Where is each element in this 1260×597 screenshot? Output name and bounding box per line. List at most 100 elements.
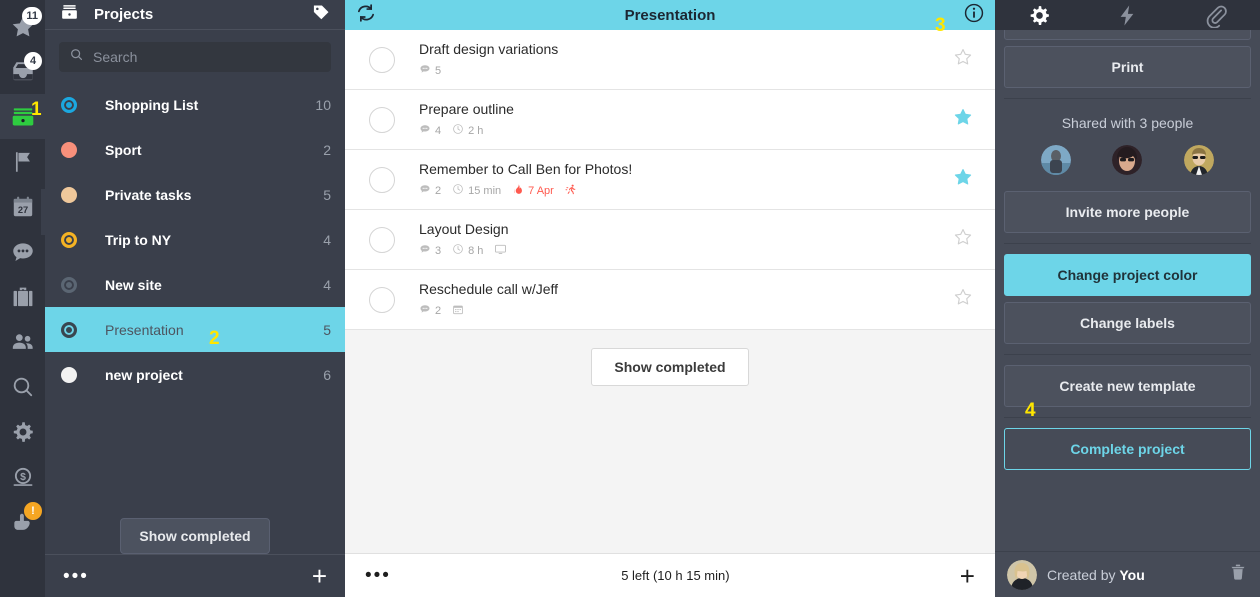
project-task-count: 6 xyxy=(323,366,331,383)
tag-icon[interactable] xyxy=(311,2,331,27)
complete-project-button[interactable]: Complete project xyxy=(1004,428,1251,470)
sync-icon[interactable] xyxy=(355,2,377,29)
sidebar-header: Projects xyxy=(45,0,345,30)
clipped-button-above[interactable] xyxy=(1004,30,1251,40)
task-row[interactable]: Reschedule call w/Jeff 2 xyxy=(345,270,995,330)
rail-item-inbox[interactable]: 4 xyxy=(0,49,45,94)
panel-footer: Created by You xyxy=(995,551,1260,597)
tab-attachments[interactable] xyxy=(1172,0,1260,30)
project-color-dot xyxy=(61,96,77,113)
fire-icon xyxy=(512,183,524,199)
rail-item-chat[interactable] xyxy=(0,229,45,274)
task-meta-clock: 8 h xyxy=(452,243,483,258)
project-row[interactable]: Presentation 5 xyxy=(45,307,345,352)
project-row[interactable]: New site 4 xyxy=(45,262,345,307)
task-star-toggle[interactable] xyxy=(953,227,973,252)
task-body: Prepare outline 4 2 h xyxy=(419,101,953,138)
calendar-icon xyxy=(452,303,464,319)
info-icon[interactable] xyxy=(963,2,985,29)
project-row[interactable]: Private tasks 5 xyxy=(45,172,345,217)
task-body: Draft design variations 5 xyxy=(419,41,953,78)
project-color-dot xyxy=(61,141,77,158)
tab-settings[interactable] xyxy=(995,0,1083,37)
rail-item-help[interactable]: ! xyxy=(0,499,45,544)
runner-icon xyxy=(565,183,577,199)
task-meta-text: 8 h xyxy=(468,244,484,257)
print-button[interactable]: Print xyxy=(1004,46,1251,88)
project-task-count: 2 xyxy=(323,141,331,158)
project-color-dot xyxy=(61,231,77,248)
project-name: Trip to NY xyxy=(105,231,172,248)
task-add-button[interactable]: + xyxy=(960,563,975,589)
change-labels-button[interactable]: Change labels xyxy=(1004,302,1251,344)
task-row[interactable]: Layout Design 3 8 h xyxy=(345,210,995,270)
rail-item-briefcase[interactable] xyxy=(0,274,45,319)
sidebar-more-button[interactable]: ••• xyxy=(63,567,89,586)
task-complete-checkbox[interactable] xyxy=(369,46,395,73)
task-meta-text: 2 xyxy=(435,304,442,317)
comment-icon xyxy=(419,63,431,78)
task-title: Prepare outline xyxy=(419,101,514,117)
rail-badge-inbox: 4 xyxy=(24,52,42,70)
share-title: Shared with 3 people xyxy=(1061,115,1194,131)
task-list-filler xyxy=(345,404,995,553)
avatar-owner xyxy=(1007,559,1037,590)
task-star-toggle[interactable] xyxy=(953,167,973,192)
project-name: Presentation xyxy=(105,321,184,338)
task-row[interactable]: Draft design variations 5 xyxy=(345,30,995,90)
avatar-person-2[interactable] xyxy=(1112,145,1143,175)
task-more-button[interactable]: ••• xyxy=(365,566,391,585)
change-project-color-button[interactable]: Change project color xyxy=(1004,254,1251,296)
avatar-person-1[interactable] xyxy=(1040,145,1071,175)
sidebar-add-project-button[interactable]: + xyxy=(312,563,327,589)
task-meta-text: 2 xyxy=(435,184,442,197)
task-complete-checkbox[interactable] xyxy=(369,106,395,133)
task-star-toggle[interactable] xyxy=(953,107,973,132)
rail-item-flag[interactable] xyxy=(0,139,45,184)
created-by-prefix: Created by xyxy=(1047,566,1120,583)
rail-item-search[interactable] xyxy=(0,364,45,409)
project-row[interactable]: new project 6 xyxy=(45,352,345,397)
rail-item-wallet[interactable] xyxy=(0,94,45,235)
task-complete-checkbox[interactable] xyxy=(369,166,395,193)
task-meta-clock: 15 min xyxy=(452,183,501,198)
svg-text:$: $ xyxy=(20,471,26,482)
task-list-pane: Presentation Draft design variations 5 Pre… xyxy=(345,0,995,597)
trash-icon[interactable] xyxy=(1228,562,1248,587)
avatar-person-3[interactable] xyxy=(1184,145,1215,175)
task-meta-fire: 7 Apr xyxy=(512,183,554,199)
task-complete-checkbox[interactable] xyxy=(369,286,395,313)
search-container: Search xyxy=(45,30,345,80)
project-name: new project xyxy=(105,366,183,383)
task-star-toggle[interactable] xyxy=(953,47,973,72)
project-task-count: 4 xyxy=(323,231,331,248)
project-title: Presentation xyxy=(624,6,716,24)
project-color-dot xyxy=(61,366,77,383)
rail-item-star[interactable]: 11 xyxy=(0,4,45,49)
task-show-completed-button[interactable]: Show completed xyxy=(591,348,749,386)
task-meta-comment: 2 xyxy=(419,183,441,198)
task-meta: 4 2 h xyxy=(419,123,953,138)
create-new-template-button[interactable]: Create new template xyxy=(1004,365,1251,407)
task-row[interactable]: Prepare outline 4 2 h xyxy=(345,90,995,150)
rail-item-people[interactable] xyxy=(0,319,45,364)
rail-item-settings[interactable] xyxy=(0,409,45,454)
task-complete-checkbox[interactable] xyxy=(369,226,395,253)
comment-icon xyxy=(419,243,431,258)
project-row[interactable]: Shopping List 10 xyxy=(45,82,345,127)
invite-more-people-button[interactable]: Invite more people xyxy=(1004,191,1251,233)
sidebar-show-completed-button[interactable]: Show completed xyxy=(120,518,270,554)
tab-automation[interactable] xyxy=(1083,0,1171,30)
search-input[interactable]: Search xyxy=(59,42,331,72)
project-row[interactable]: Trip to NY 4 xyxy=(45,217,345,262)
divider-1 xyxy=(1004,98,1251,99)
project-row[interactable]: Sport 2 xyxy=(45,127,345,172)
comment-icon xyxy=(419,183,431,198)
task-meta-runner xyxy=(565,183,577,199)
rail-badge-star: 11 xyxy=(22,7,42,25)
rail-item-calendar[interactable]: 27 xyxy=(0,184,45,229)
rail-item-billing[interactable]: $ xyxy=(0,454,45,499)
task-title: Remember to Call Ben for Photos! xyxy=(419,160,633,177)
task-row[interactable]: Remember to Call Ben for Photos! 2 15 min 7… xyxy=(345,150,995,210)
task-star-toggle[interactable] xyxy=(953,287,973,312)
